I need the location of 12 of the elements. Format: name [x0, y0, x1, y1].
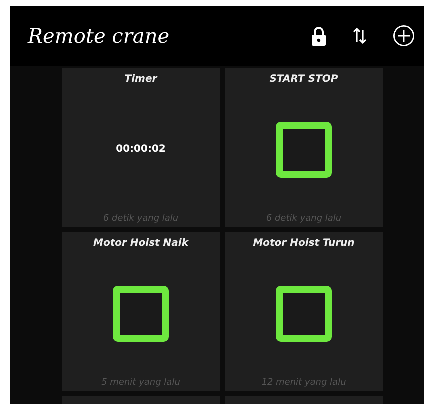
toggle-button[interactable]: [113, 286, 169, 342]
widget-title: Motor Hoist Naik: [94, 238, 188, 249]
app-title: Remote crane: [28, 24, 170, 48]
add-icon[interactable]: [393, 25, 415, 47]
toggle-button[interactable]: [276, 286, 332, 342]
sort-icon[interactable]: [353, 27, 367, 45]
lock-icon[interactable]: [311, 26, 327, 46]
toggle-button[interactable]: [276, 122, 332, 178]
widget-title: Timer: [124, 74, 158, 85]
timer-value: 00:00:02: [116, 144, 166, 155]
widget-title: START STOP: [270, 74, 338, 85]
widget-title: Motor Hoist Turun: [253, 238, 355, 249]
